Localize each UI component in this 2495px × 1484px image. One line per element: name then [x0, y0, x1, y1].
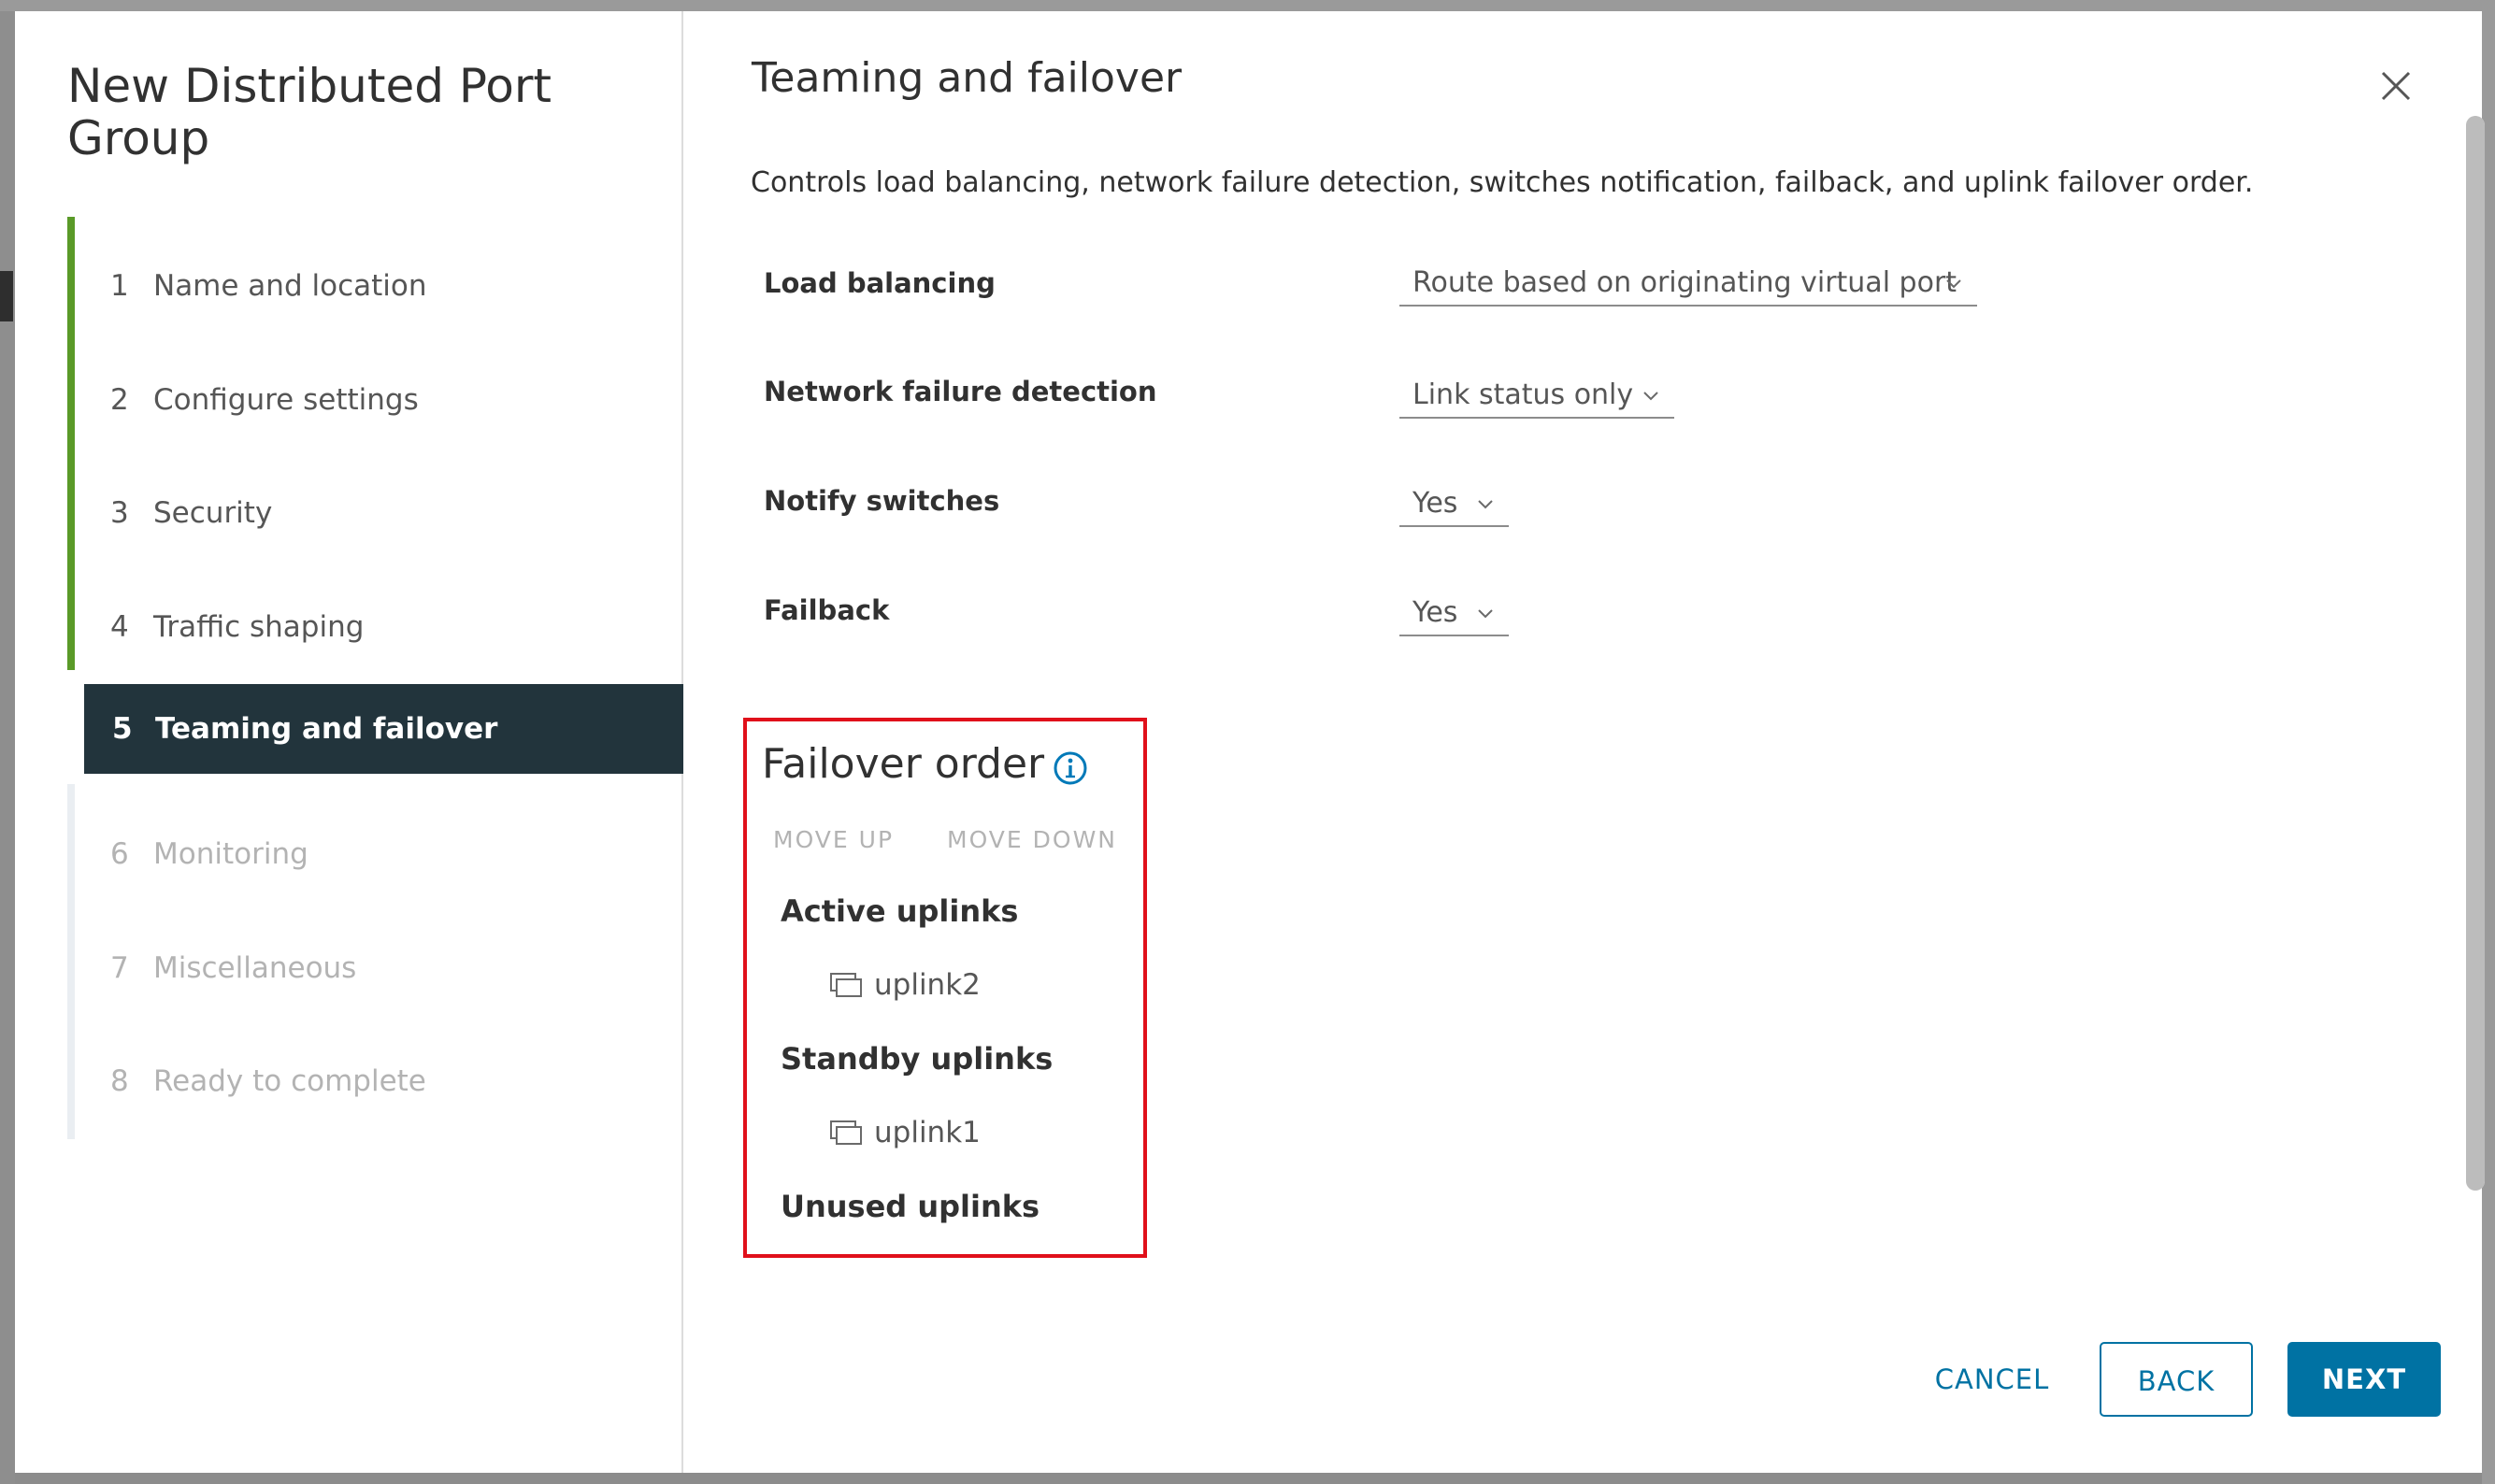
load-balancing-select[interactable]: Route based on originating virtual port — [1399, 260, 1977, 307]
failover-order-section: Failover order MOVE UP MOVE DOWN Active … — [743, 718, 1147, 1258]
background-app-panel — [0, 271, 13, 321]
failback-select[interactable]: Yes — [1399, 590, 1509, 636]
network-failure-detection-value: Link status only — [1412, 378, 1634, 411]
step-remaining-rail — [67, 784, 75, 1139]
next-button[interactable]: NEXT — [2287, 1342, 2441, 1417]
move-down-button[interactable]: MOVE DOWN — [947, 826, 1117, 853]
step-progress-rail — [67, 217, 75, 670]
wizard-navigation: New Distributed Port Group 1 Name and loc… — [15, 11, 683, 1473]
background-app-top — [0, 0, 2495, 11]
wizard-step-miscellaneous: 7 Miscellaneous — [110, 951, 357, 985]
wizard-step-monitoring: 6 Monitoring — [110, 837, 308, 871]
scrollbar-thumb[interactable] — [2466, 116, 2485, 1191]
move-up-button[interactable]: MOVE UP — [773, 826, 894, 853]
failback-label: Failback — [764, 594, 890, 626]
wizard-step-ready-to-complete: 8 Ready to complete — [110, 1064, 426, 1098]
page-description: Controls load balancing, network failure… — [751, 166, 2254, 199]
step-label: Traffic shaping — [153, 610, 365, 644]
chevron-down-icon — [1478, 500, 1493, 509]
wizard-step-name-and-location[interactable]: 1 Name and location — [82, 241, 681, 331]
wizard-step-configure-settings[interactable]: 2 Configure settings — [82, 355, 681, 445]
step-label: Security — [153, 496, 273, 530]
uplink-label: uplink2 — [874, 968, 981, 1002]
step-label: Configure settings — [153, 383, 419, 417]
wizard-title: New Distributed Port Group — [67, 59, 552, 165]
step-label: Miscellaneous — [153, 951, 357, 985]
uplink-port-icon — [830, 973, 862, 997]
step-label: Monitoring — [153, 837, 308, 871]
wizard-dialog: New Distributed Port Group 1 Name and loc… — [15, 11, 2485, 1473]
uplink-port-icon — [830, 1120, 862, 1145]
info-icon[interactable] — [1052, 749, 1089, 787]
chevron-down-icon — [1478, 609, 1493, 619]
wizard-content: Teaming and failover Controls load balan… — [683, 11, 2485, 1473]
cancel-button[interactable]: CANCEL — [1899, 1342, 2086, 1417]
load-balancing-value: Route based on originating virtual port — [1412, 266, 1957, 299]
step-label: Teaming and failover — [155, 712, 498, 746]
notify-switches-label: Notify switches — [764, 485, 1000, 517]
close-icon[interactable] — [2375, 65, 2416, 107]
background-app-left — [0, 11, 15, 1484]
unused-uplinks-label: Unused uplinks — [781, 1189, 1040, 1224]
chevron-down-icon — [1946, 279, 1961, 289]
failback-value: Yes — [1412, 596, 1458, 629]
load-balancing-label: Load balancing — [764, 267, 996, 299]
step-label: Ready to complete — [153, 1064, 426, 1098]
network-failure-detection-select[interactable]: Link status only — [1399, 372, 1674, 419]
uplink-label: uplink1 — [874, 1116, 981, 1149]
chevron-down-icon — [1643, 392, 1658, 401]
notify-switches-select[interactable]: Yes — [1399, 480, 1509, 527]
failover-order-title: Failover order — [762, 740, 1045, 788]
wizard-step-teaming-and-failover[interactable]: 5 Teaming and failover — [84, 684, 683, 774]
back-button[interactable]: BACK — [2100, 1342, 2253, 1417]
notify-switches-value: Yes — [1412, 487, 1458, 520]
page-title: Teaming and failover — [752, 54, 1183, 102]
active-uplinks-label: Active uplinks — [781, 893, 1019, 929]
step-label: Name and location — [153, 269, 427, 303]
wizard-step-traffic-shaping[interactable]: 4 Traffic shaping — [82, 582, 681, 672]
wizard-step-security[interactable]: 3 Security — [82, 468, 681, 558]
network-failure-detection-label: Network failure detection — [764, 376, 1157, 407]
standby-uplinks-label: Standby uplinks — [781, 1041, 1054, 1077]
